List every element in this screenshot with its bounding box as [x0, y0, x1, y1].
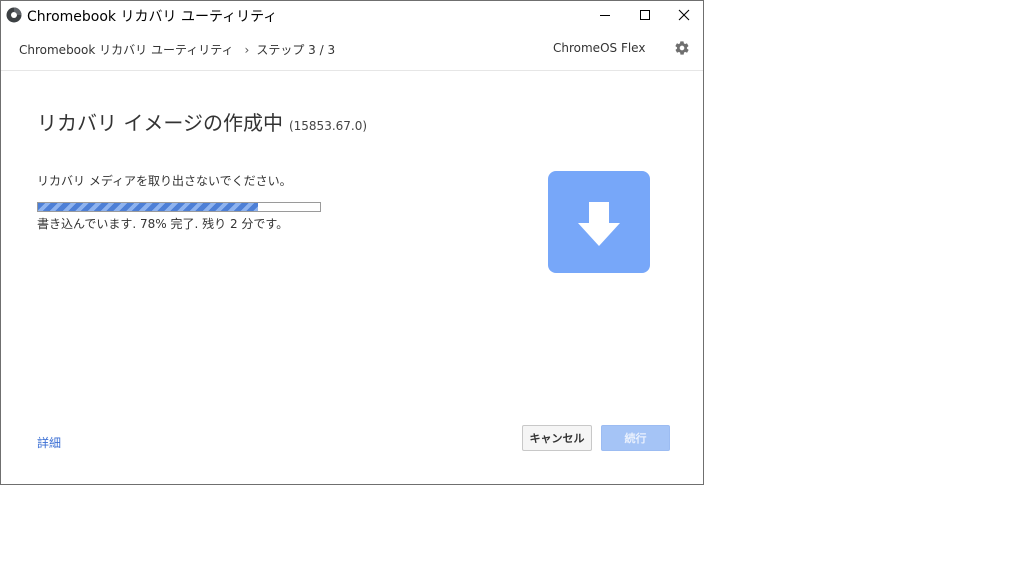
status-tile	[548, 171, 650, 273]
progress-fill	[38, 203, 258, 211]
download-arrow-icon	[578, 202, 620, 246]
minimize-button[interactable]	[585, 1, 625, 29]
maximize-button[interactable]	[625, 1, 665, 29]
breadcrumb-app: Chromebook リカバリ ユーティリティ	[19, 43, 234, 57]
close-button[interactable]	[664, 1, 704, 29]
continue-button[interactable]: 続行	[601, 425, 670, 451]
progress-bar	[37, 202, 321, 212]
settings-button[interactable]	[674, 40, 690, 56]
gear-icon	[675, 41, 689, 55]
version-label: (15853.67.0)	[288, 119, 368, 133]
window-title: Chromebook リカバリ ユーティリティ	[27, 9, 278, 25]
recovery-window: Chromebook リカバリ ユーティリティ Chromebook リカバリ …	[0, 0, 704, 485]
recovery-app-icon	[6, 7, 22, 23]
device-name: ChromeOS Flex	[553, 41, 646, 55]
maximize-icon	[640, 10, 650, 20]
minimize-icon	[600, 15, 610, 16]
page-title: リカバリ イメージの作成中 (15853.67.0)	[37, 107, 367, 136]
app-header: Chromebook リカバリ ユーティリティ › ステップ 3 / 3 Chrom…	[1, 29, 703, 71]
cancel-button[interactable]: キャンセル	[522, 425, 592, 451]
breadcrumb-step: ステップ 3 / 3	[256, 43, 336, 57]
breadcrumb: Chromebook リカバリ ユーティリティ › ステップ 3 / 3	[19, 41, 335, 58]
title-bar: Chromebook リカバリ ユーティリティ	[1, 1, 703, 29]
details-link[interactable]: 詳細	[37, 434, 61, 451]
page-title-text: リカバリ イメージの作成中	[37, 111, 283, 135]
instruction-text: リカバリ メディアを取り出さないでください。	[37, 174, 292, 188]
close-icon	[678, 9, 690, 21]
breadcrumb-separator: ›	[244, 43, 250, 57]
progress-status: 書き込んでいます. 78% 完了. 残り 2 分です。	[37, 217, 289, 231]
